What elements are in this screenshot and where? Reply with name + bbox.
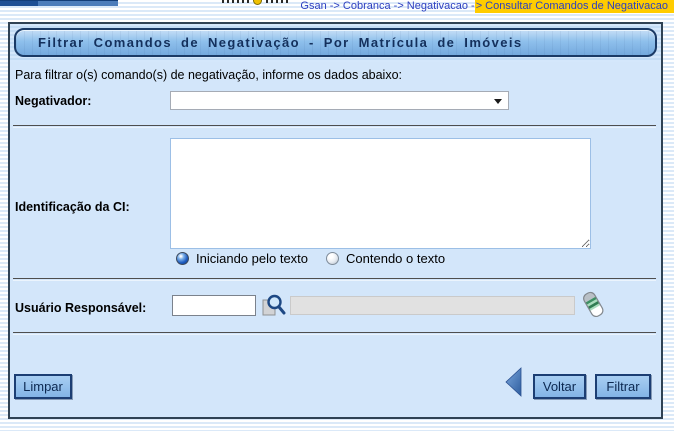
radio-iniciando-label: Iniciando pelo texto	[196, 251, 308, 266]
usuario-responsavel-name-field	[290, 296, 575, 315]
clear-field-button[interactable]	[581, 290, 605, 320]
page-title: Filtrar Comandos de Negativação - Por Ma…	[14, 28, 657, 57]
cutoff-header-dot	[253, 0, 262, 5]
cutoff-header-bar	[0, 0, 118, 6]
cutoff-header-fragment	[266, 0, 288, 3]
usuario-responsavel-label: Usuário Responsável:	[15, 301, 146, 315]
breadcrumb-links[interactable]: Gsan -> Cobranca -> Negativacao -	[300, 0, 474, 12]
separator	[13, 278, 656, 280]
radio-iniciando-pelo-texto[interactable]	[176, 252, 189, 265]
gsan-page: Gsan -> Cobranca -> Negativacao -> Consu…	[0, 0, 674, 431]
negativador-label: Negativador:	[15, 94, 91, 108]
separator	[13, 125, 656, 127]
eraser-icon	[581, 290, 605, 320]
identificacao-ci-label: Identificação da CI:	[15, 200, 130, 214]
filtrar-button[interactable]: Filtrar	[595, 374, 651, 399]
form-instruction: Para filtrar o(s) comando(s) de negativa…	[15, 68, 402, 82]
search-icon	[260, 292, 287, 319]
search-button[interactable]	[260, 292, 287, 319]
identificacao-ci-textarea[interactable]	[170, 138, 591, 249]
texto-match-options: Iniciando pelo texto Contendo o texto	[176, 250, 445, 267]
chevron-down-icon	[494, 99, 502, 104]
breadcrumb-current-page: > Consultar Comandos de Negativacao	[475, 0, 674, 13]
radio-contendo-label: Contendo o texto	[346, 251, 445, 266]
cutoff-header-fragment	[222, 0, 250, 3]
caption-strip: Filtrar Comandos de Negativação - Por Ma…	[10, 24, 661, 62]
limpar-button[interactable]: Limpar	[14, 374, 72, 399]
radio-contendo-o-texto[interactable]	[326, 252, 339, 265]
breadcrumb: Gsan -> Cobranca -> Negativacao -> Consu…	[300, 0, 674, 14]
negativador-select[interactable]	[170, 91, 509, 110]
voltar-button[interactable]: Voltar	[533, 374, 586, 399]
usuario-responsavel-input[interactable]	[172, 295, 256, 316]
back-arrow-icon	[505, 367, 522, 397]
filter-panel: Filtrar Comandos de Negativação - Por Ma…	[8, 22, 663, 419]
separator	[13, 332, 656, 334]
